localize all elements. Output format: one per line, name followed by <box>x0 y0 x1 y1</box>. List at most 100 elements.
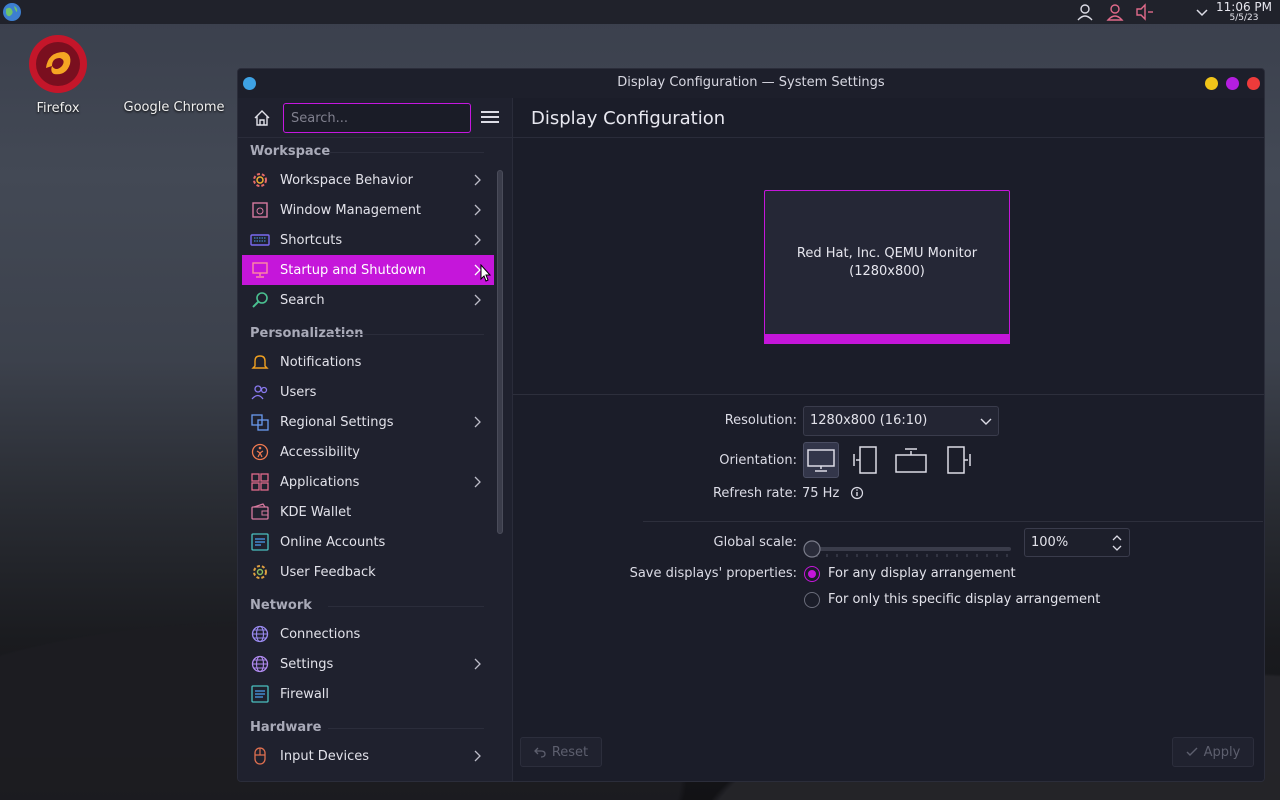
wallet-icon <box>250 502 270 522</box>
category-personalization: Personalization <box>238 321 494 347</box>
home-button[interactable] <box>250 107 274 129</box>
desktop-icon-google-chrome[interactable]: Google Chrome <box>122 100 226 115</box>
save-displays-label: Save displays' properties: <box>629 566 797 581</box>
maximize-button[interactable] <box>1226 77 1239 90</box>
sidebar-item-label: Connections <box>280 626 361 642</box>
sidebar-list: Workspace Workspace Behavior Window Mana… <box>238 139 494 771</box>
checkmark-icon <box>1186 747 1198 756</box>
sidebar-item-network-settings[interactable]: Settings <box>238 649 494 679</box>
reset-button[interactable]: Reset <box>520 737 602 767</box>
sidebar-item-search[interactable]: Search <box>238 285 494 315</box>
accessibility-icon <box>250 442 270 462</box>
resolution-label: Resolution: <box>724 413 797 428</box>
sidebar-item-label: Settings <box>280 656 334 672</box>
sidebar-item-applications[interactable]: Applications <box>238 467 494 497</box>
search-input[interactable] <box>283 103 471 133</box>
hamburger-menu-button[interactable] <box>481 108 499 126</box>
category-workspace: Workspace <box>238 139 494 165</box>
sidebar-item-label: KDE Wallet <box>280 504 352 520</box>
chevron-right-icon <box>474 416 481 428</box>
global-scale-value: 100% <box>1031 535 1069 550</box>
window-title: Display Configuration — System Settings <box>617 75 885 90</box>
keyboard-icon <box>250 230 270 250</box>
sidebar-item-shortcuts[interactable]: Shortcuts <box>238 225 494 255</box>
firefox-icon <box>29 35 87 93</box>
desktop-icon-label: Firefox <box>36 101 80 116</box>
clock-date: 5/5/23 <box>1229 13 1259 23</box>
sidebar-item-label: Regional Settings <box>280 414 394 430</box>
sidebar-item-users[interactable]: Users <box>238 377 494 407</box>
sidebar-item-regional-settings[interactable]: Regional Settings <box>238 407 494 437</box>
chevron-right-icon <box>474 294 481 306</box>
landscape-monitor-icon <box>807 449 835 472</box>
global-scale-slider[interactable] <box>803 539 1015 559</box>
sidebar-item-user-feedback[interactable]: User Feedback <box>238 557 494 587</box>
refresh-rate-value: 75 Hz <box>802 486 840 501</box>
minimize-button[interactable] <box>1205 77 1218 90</box>
global-scale-spinbox[interactable]: 100% <box>1024 528 1130 557</box>
sidebar-item-label: Workspace Behavior <box>280 172 413 188</box>
system-settings-window: Display Configuration — System Settings … <box>237 68 1265 782</box>
monitor-icon <box>250 260 270 280</box>
sidebar-header <box>238 98 512 138</box>
orientation-portrait-left-button[interactable] <box>849 442 885 478</box>
orientation-inverted-button[interactable] <box>893 442 929 478</box>
sidebar-item-connections[interactable]: Connections <box>238 619 494 649</box>
monitor-name: Red Hat, Inc. QEMU Monitor <box>796 246 978 261</box>
feedback-gear-icon <box>250 562 270 582</box>
radio-any-label[interactable]: For any display arrangement <box>828 566 1016 581</box>
app-launcher-globe-icon[interactable] <box>2 2 22 22</box>
chevron-right-icon <box>474 476 481 488</box>
orientation-landscape-button[interactable] <box>803 442 839 478</box>
users-icon <box>250 382 270 402</box>
sidebar-item-label: Shortcuts <box>280 232 343 248</box>
sidebar-item-online-accounts[interactable]: Online Accounts <box>238 527 494 557</box>
refresh-rate-label: Refresh rate: <box>712 486 797 501</box>
spin-arrows-icon <box>1112 535 1122 551</box>
page-title: Display Configuration <box>513 98 1264 138</box>
gear-icon <box>250 170 270 190</box>
radio-any-arrangement[interactable] <box>804 566 820 582</box>
sidebar-item-kde-wallet[interactable]: KDE Wallet <box>238 497 494 527</box>
mouse-cursor <box>480 263 492 286</box>
radio-specific-arrangement[interactable] <box>804 592 820 608</box>
sidebar-item-label: Notifications <box>280 354 362 370</box>
sidebar-item-label: User Feedback <box>280 564 376 580</box>
reset-label: Reset <box>551 744 589 760</box>
sidebar-item-workspace-behavior[interactable]: Workspace Behavior <box>238 165 494 195</box>
monitor-preview[interactable]: Red Hat, Inc. QEMU Monitor (1280x800) <box>764 190 1010 344</box>
category-hardware: Hardware <box>238 715 494 741</box>
sidebar-item-startup-shutdown[interactable]: Startup and Shutdown <box>242 255 494 285</box>
language-icon <box>250 412 270 432</box>
user-icon[interactable] <box>1075 2 1095 22</box>
firewall-icon <box>250 684 270 704</box>
user-switch-icon[interactable] <box>1105 2 1125 22</box>
sidebar-item-window-management[interactable]: Window Management <box>238 195 494 225</box>
sidebar-item-firewall[interactable]: Firewall <box>238 679 494 709</box>
info-icon[interactable] <box>850 486 864 504</box>
globe-icon <box>250 624 270 644</box>
radio-specific-label[interactable]: For only this specific display arrangeme… <box>828 592 1100 607</box>
clock-time: 11:06 PM <box>1216 0 1272 14</box>
sidebar-item-accessibility[interactable]: Accessibility <box>238 437 494 467</box>
chevron-right-icon <box>474 234 481 246</box>
close-button[interactable] <box>1247 77 1260 90</box>
chevron-down-icon[interactable] <box>1192 2 1212 22</box>
sidebar-item-notifications[interactable]: Notifications <box>238 347 494 377</box>
main-panel: Display Configuration Red Hat, Inc. QEMU… <box>512 98 1264 781</box>
chevron-right-icon <box>474 750 481 762</box>
volume-muted-icon[interactable] <box>1135 2 1155 22</box>
mouse-icon <box>250 746 270 766</box>
inverted-monitor-icon <box>895 448 927 473</box>
resolution-select[interactable]: 1280x800 (16:10) <box>803 406 999 436</box>
desktop-icon-firefox[interactable]: Firefox <box>22 32 94 116</box>
sidebar-item-label: Accessibility <box>280 444 360 460</box>
sidebar-item-input-devices[interactable]: Input Devices <box>238 741 494 771</box>
titlebar[interactable]: Display Configuration — System Settings <box>238 69 1264 98</box>
globe-icon <box>250 654 270 674</box>
sidebar-scrollbar[interactable] <box>497 170 503 534</box>
clock[interactable]: 11:06 PM 5/5/23 <box>1216 1 1272 23</box>
apply-button[interactable]: Apply <box>1172 737 1254 767</box>
orientation-portrait-right-button[interactable] <box>939 442 975 478</box>
sidebar-item-label: Search <box>280 292 325 308</box>
